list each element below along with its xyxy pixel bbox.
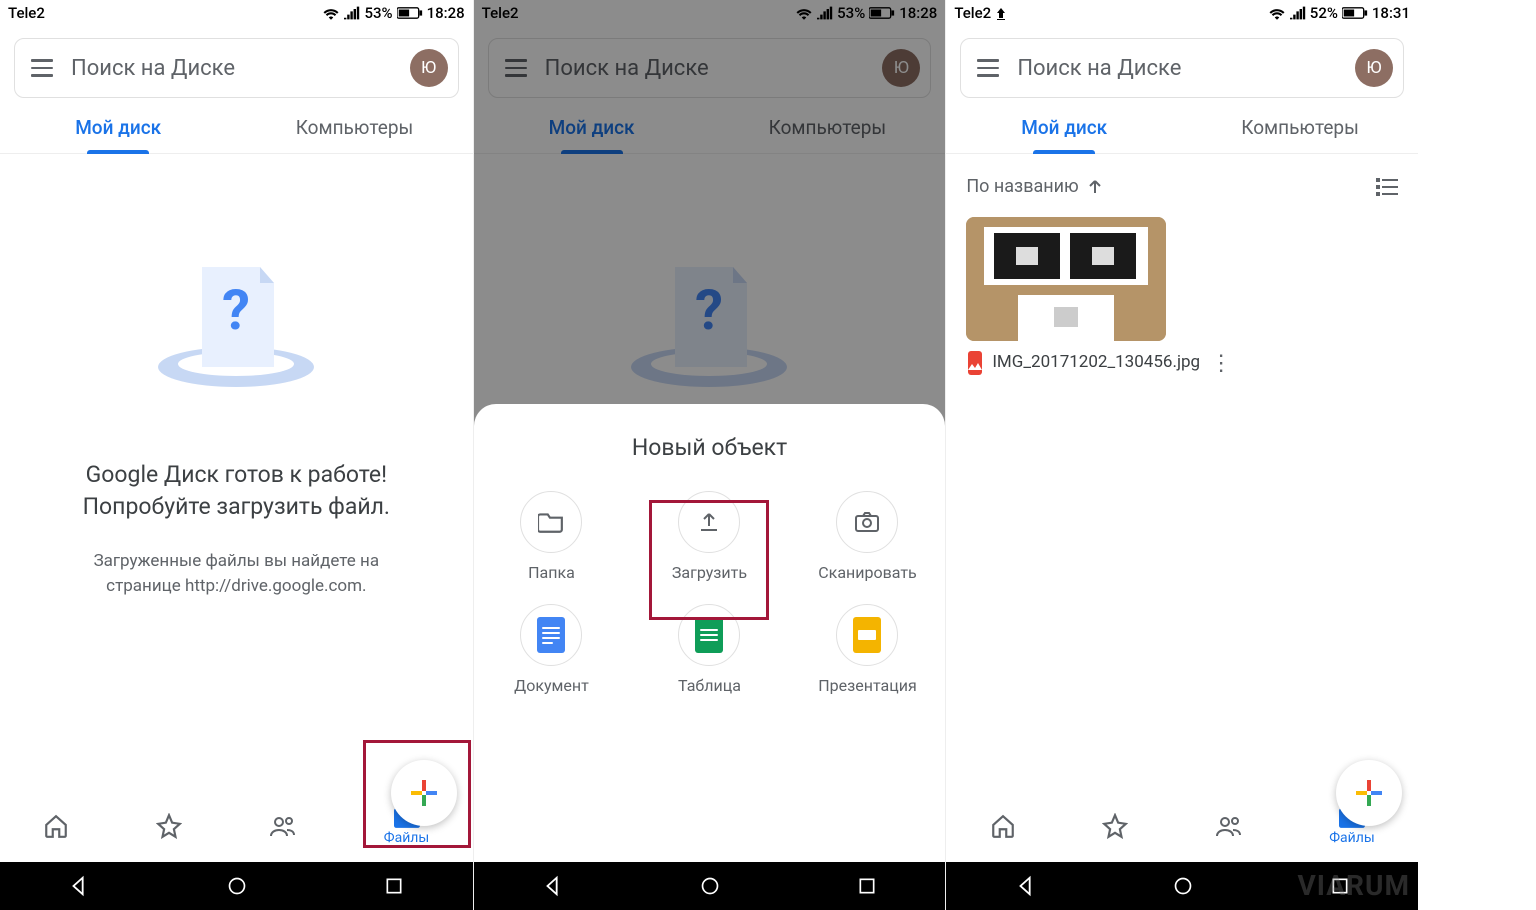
android-nav-bar — [474, 862, 946, 910]
empty-title: Google Диск готов к работе!Попробуйте за… — [83, 459, 390, 523]
status-bar: Tele2 52% 18:31 — [946, 0, 1418, 26]
plus-icon — [409, 778, 439, 808]
empty-subtitle: Загруженные файлы вы найдете настранице … — [94, 549, 380, 598]
battery-icon — [397, 6, 423, 20]
arrow-up-icon[interactable] — [1087, 179, 1103, 195]
tabs: Мой диск Компьютеры — [0, 116, 473, 154]
android-nav-bar — [0, 862, 473, 910]
new-scan[interactable]: Сканировать — [788, 491, 945, 582]
back-icon[interactable] — [542, 875, 564, 897]
recents-icon[interactable] — [384, 876, 404, 896]
carrier-label: Tele2 — [8, 4, 45, 22]
search-bar[interactable]: Поиск на Диске Ю — [960, 38, 1404, 98]
search-placeholder[interactable]: Поиск на Диске — [71, 56, 392, 81]
battery-pct: 53% — [364, 4, 392, 22]
sort-toolbar: По названию — [946, 154, 1418, 203]
home-icon[interactable] — [227, 876, 247, 896]
menu-icon[interactable] — [977, 59, 999, 77]
file-name: IMG_20171202_130456.jpg — [992, 352, 1200, 373]
new-doc[interactable]: Документ — [473, 604, 631, 695]
files-grid: IMG_20171202_130456.jpg ⋮ — [946, 203, 1418, 389]
sort-button[interactable]: По названию — [966, 176, 1078, 197]
home-icon[interactable] — [700, 876, 720, 896]
back-icon[interactable] — [1015, 875, 1037, 897]
more-icon[interactable]: ⋮ — [1210, 358, 1232, 369]
sheets-icon — [695, 617, 723, 653]
empty-illustration: ? — [146, 249, 326, 399]
fab-new[interactable] — [391, 760, 457, 826]
tab-my-drive[interactable]: Мой диск — [946, 116, 1182, 153]
sheet-title: Новый объект — [632, 434, 787, 461]
fab-new[interactable] — [1336, 760, 1402, 826]
slides-icon — [853, 617, 881, 653]
docs-icon — [537, 617, 565, 653]
nav-shared[interactable] — [1215, 813, 1243, 839]
empty-state: ? Google Диск готов к работе!Попробуйте … — [0, 154, 473, 790]
new-slides[interactable]: Презентация — [788, 604, 945, 695]
watermark: VIARUM — [1298, 869, 1410, 902]
new-object-sheet: Новый объект Папка Загрузить Сканировать… — [474, 404, 946, 910]
new-upload[interactable]: Загрузить — [630, 491, 788, 582]
tab-computers[interactable]: Компьютеры — [236, 116, 472, 153]
upload-indicator-icon — [995, 8, 1007, 20]
new-folder[interactable]: Папка — [473, 491, 631, 582]
menu-icon[interactable] — [31, 59, 53, 77]
home-icon[interactable] — [1173, 876, 1193, 896]
status-bar: Tele2 53% 18:28 — [0, 0, 473, 26]
back-icon[interactable] — [68, 875, 90, 897]
time-label: 18:28 — [427, 4, 465, 22]
new-sheet[interactable]: Таблица — [630, 604, 788, 695]
nav-home[interactable] — [43, 813, 69, 839]
nav-shared[interactable] — [269, 813, 297, 839]
signal-icon — [344, 6, 360, 20]
nav-starred[interactable] — [156, 813, 182, 839]
wifi-icon — [322, 6, 340, 20]
recents-icon[interactable] — [857, 876, 877, 896]
list-view-icon[interactable] — [1376, 178, 1398, 196]
nav-starred[interactable] — [1102, 813, 1128, 839]
search-bar[interactable]: Поиск на Диске Ю — [14, 38, 459, 98]
file-thumbnail[interactable] — [966, 217, 1166, 341]
folder-outline-icon — [538, 511, 564, 533]
nav-home[interactable] — [990, 813, 1016, 839]
svg-text:?: ? — [222, 277, 250, 343]
tab-computers[interactable]: Компьютеры — [1182, 116, 1418, 153]
plus-icon — [1354, 778, 1384, 808]
avatar[interactable]: Ю — [410, 49, 448, 87]
tab-my-drive[interactable]: Мой диск — [0, 116, 236, 153]
file-card[interactable]: IMG_20171202_130456.jpg ⋮ — [966, 217, 1166, 375]
image-type-icon — [968, 351, 982, 375]
camera-icon — [854, 511, 880, 533]
upload-icon — [697, 510, 721, 534]
